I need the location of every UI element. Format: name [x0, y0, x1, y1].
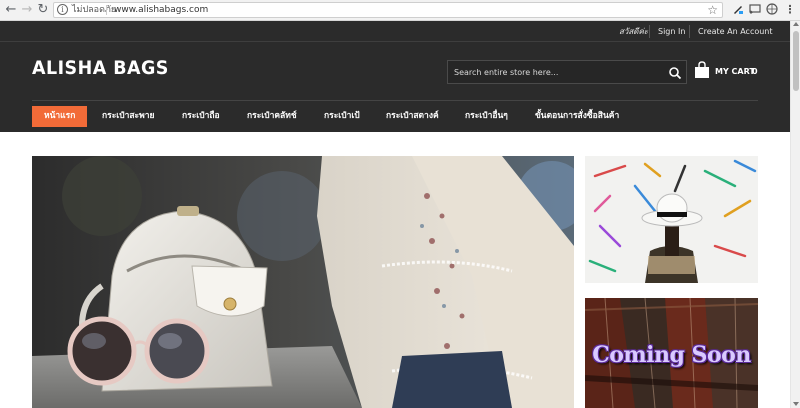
greeting-text: สวัสดีค่ะ: [619, 27, 649, 36]
menu-item-handbags[interactable]: กระเป๋าถือ: [182, 106, 220, 127]
cart-label[interactable]: MY CART: [715, 67, 755, 76]
sign-in-link[interactable]: Sign In: [658, 26, 685, 37]
create-account-link[interactable]: Create An Account: [698, 26, 773, 37]
side-banner-hat[interactable]: [585, 156, 758, 283]
scroll-down-arrow-icon[interactable]: [793, 402, 799, 406]
page-content: Coming Soon: [0, 132, 790, 408]
utility-bar: สวัสดีค่ะ Sign In Create An Account: [0, 21, 790, 42]
site-logo[interactable]: ALISHA BAGS: [32, 57, 169, 79]
site-header: สวัสดีค่ะ Sign In Create An Account ALIS…: [0, 21, 790, 132]
menu-item-clutches[interactable]: กระเป๋าคลัทช์: [247, 106, 297, 127]
shopping-bag-icon[interactable]: [694, 61, 710, 79]
cast-icon[interactable]: [748, 3, 762, 17]
star-icon[interactable]: ☆: [707, 3, 718, 17]
coming-soon-text: Coming Soon: [592, 342, 751, 368]
scrollbar-thumb[interactable]: [793, 31, 799, 91]
menu-item-how-to-order[interactable]: ขั้นตอนการสั่งซื้อสินค้า: [535, 106, 619, 127]
cart-count: 0: [752, 67, 758, 76]
menu-item-home[interactable]: หน้าแรก: [32, 106, 88, 127]
search-input[interactable]: [448, 61, 663, 83]
info-icon[interactable]: i: [57, 4, 68, 15]
utility-divider: [689, 25, 690, 38]
browser-toolbar: ← → ↻ i ไม่ปลอดภัย www.alishabags.com ☆ …: [0, 0, 800, 21]
security-label[interactable]: ไม่ปลอดภัย: [72, 4, 116, 17]
menu-item-wallets[interactable]: กระเป๋าสตางค์: [386, 106, 439, 127]
utility-divider: [649, 25, 650, 38]
back-icon[interactable]: ←: [4, 3, 18, 17]
scroll-up-arrow-icon[interactable]: [793, 22, 799, 26]
side-banner-coming-soon[interactable]: Coming Soon: [585, 298, 758, 408]
menu-item-backpacks[interactable]: กระเป๋าเป้: [324, 106, 360, 127]
hero-banner[interactable]: [32, 156, 574, 408]
header-divider: [32, 100, 758, 101]
forward-icon[interactable]: →: [20, 3, 34, 17]
menu-item-other-bags[interactable]: กระเป๋าอื่นๆ: [465, 106, 508, 127]
kebab-menu-icon[interactable]: ⋮: [783, 3, 797, 17]
extension-pen-icon[interactable]: [731, 3, 745, 17]
address-divider: [106, 5, 107, 15]
search-form: [447, 60, 687, 84]
address-bar[interactable]: i ไม่ปลอดภัย www.alishabags.com ☆: [53, 2, 723, 18]
extension-globe-icon[interactable]: [765, 3, 779, 17]
page-scrollbar[interactable]: [790, 21, 800, 408]
reload-icon[interactable]: ↻: [36, 3, 50, 17]
search-icon[interactable]: [668, 65, 682, 80]
menu-item-shoulder-bags[interactable]: กระเป๋าสะพาย: [102, 106, 154, 127]
url-text[interactable]: www.alishabags.com: [114, 4, 208, 17]
